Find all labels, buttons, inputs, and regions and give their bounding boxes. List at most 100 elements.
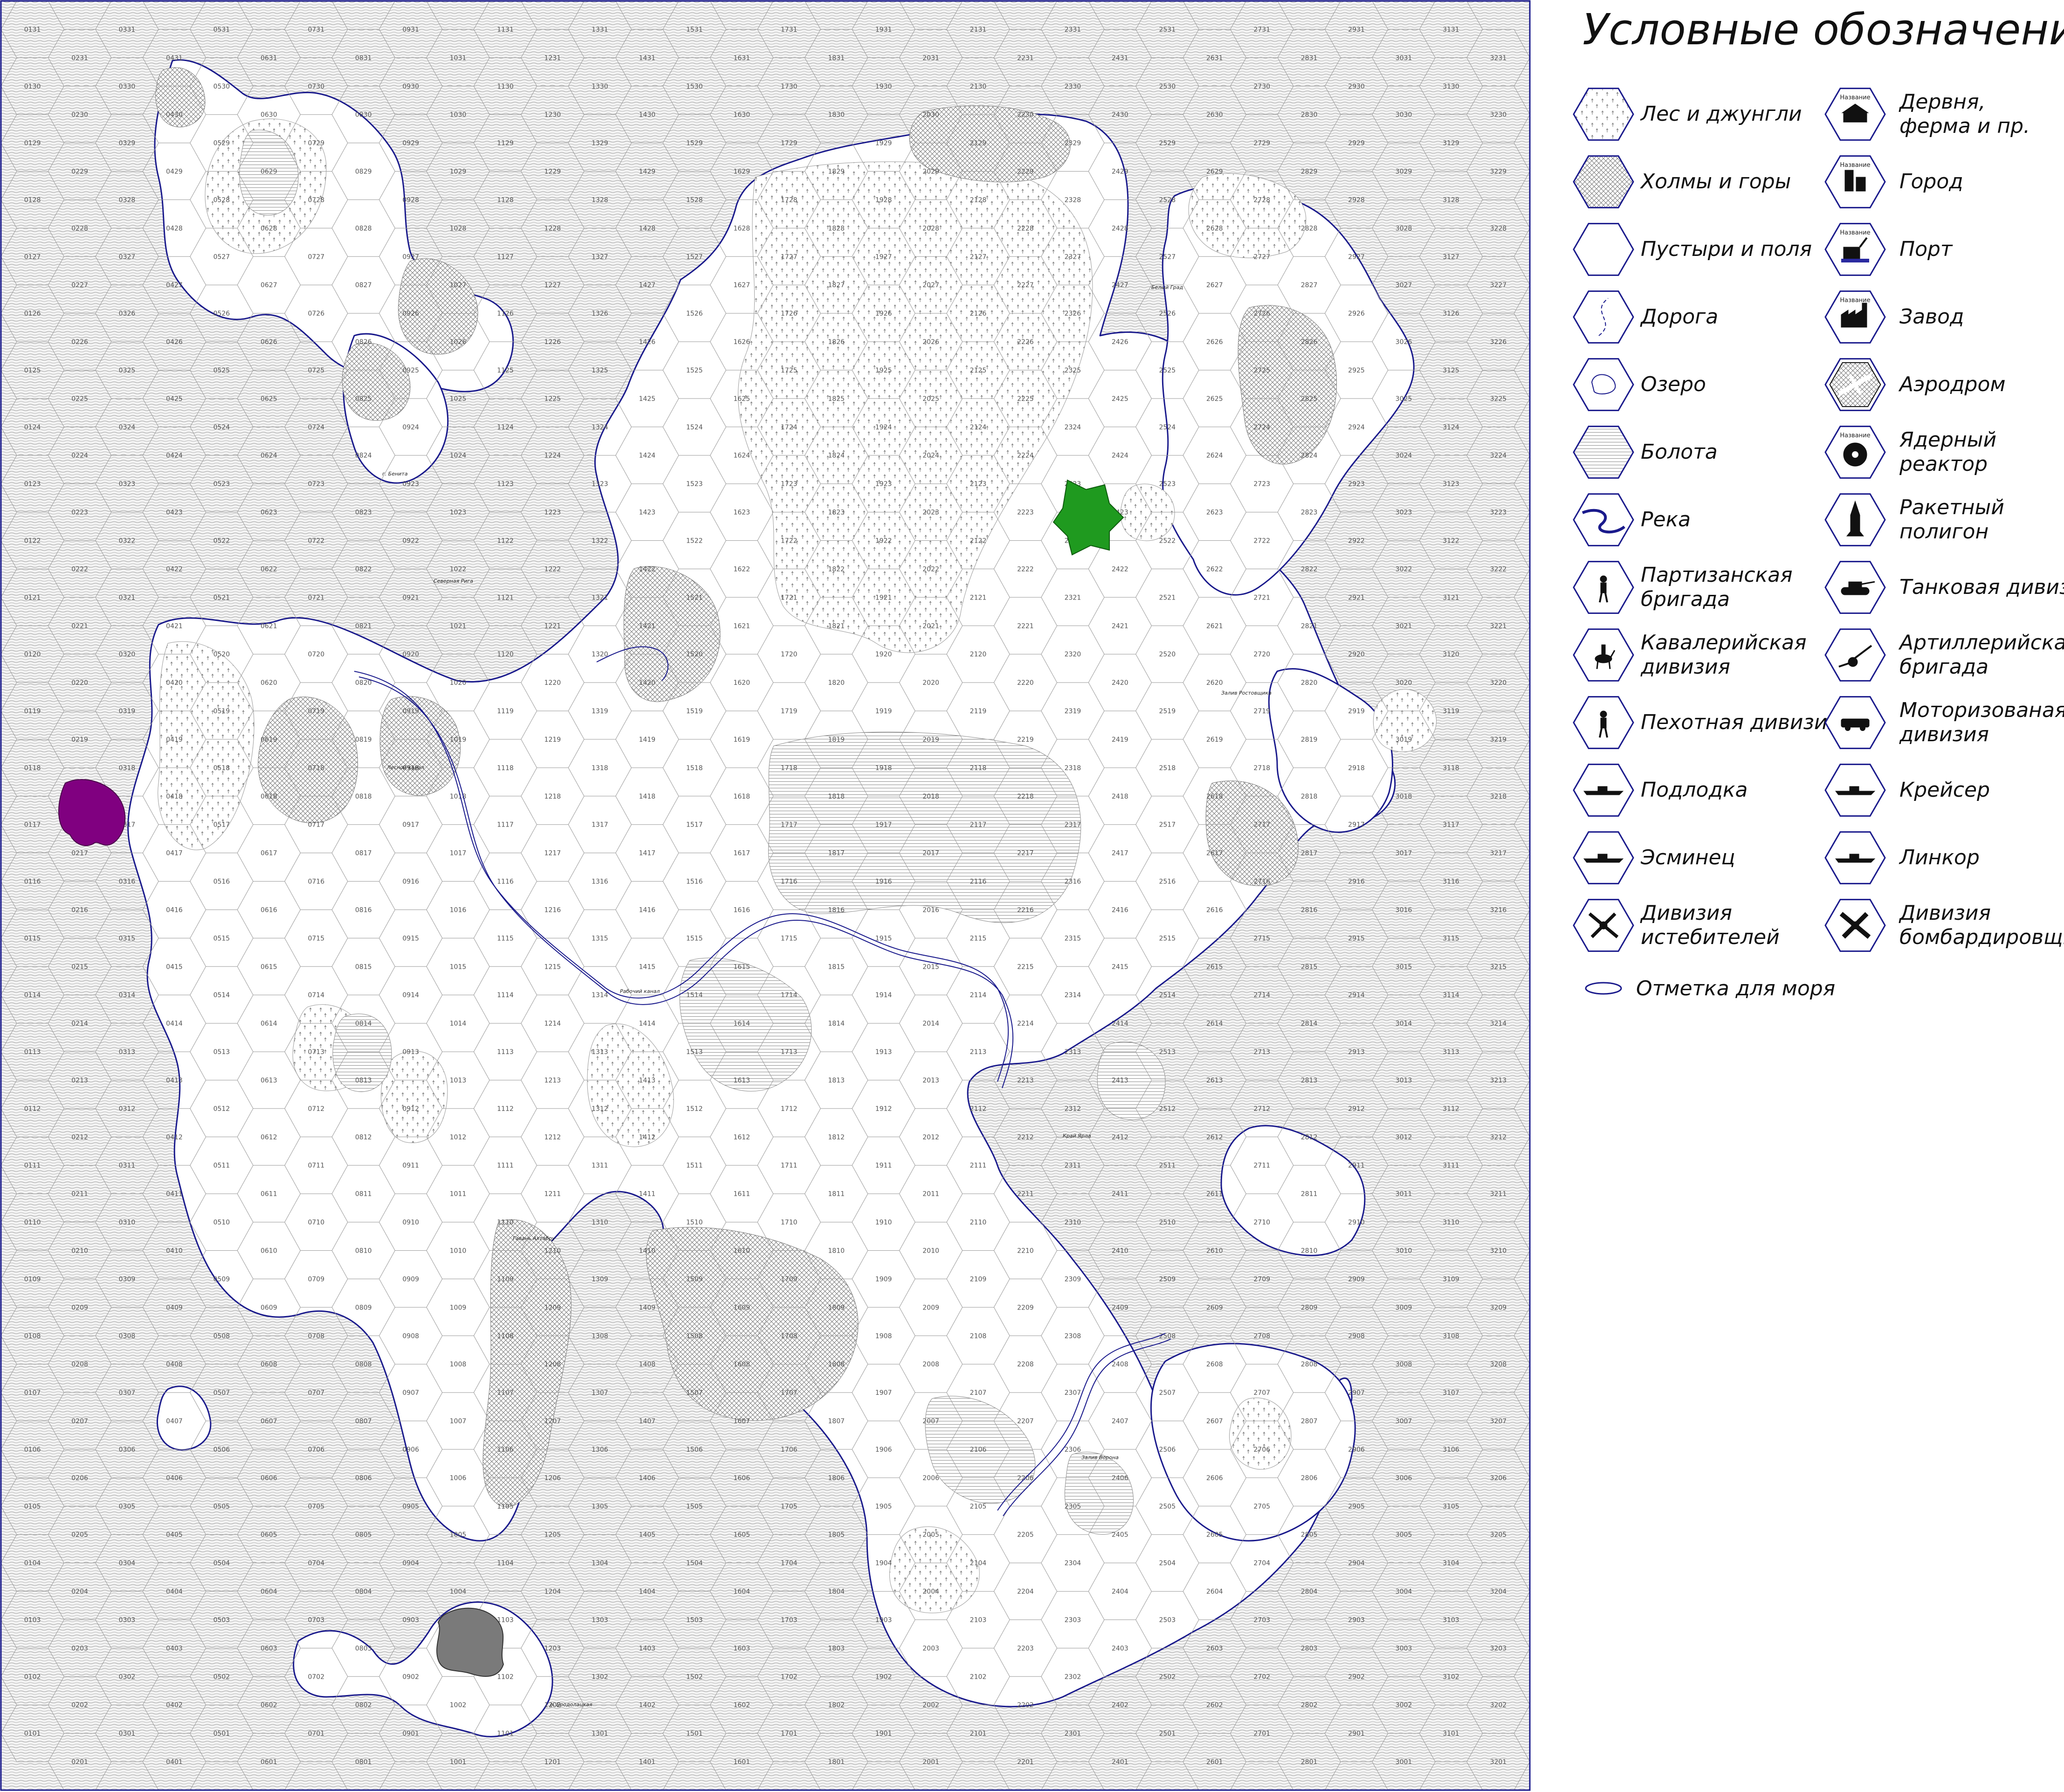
hex-number: 1919 [875,708,892,715]
hex-number: 2928 [1348,196,1365,204]
hex-number: 0623 [261,509,277,517]
hex-number: 3122 [1443,538,1459,545]
hex-number: 2103 [970,1617,987,1624]
hex-number: 3125 [1443,367,1459,374]
hex-number: 1016 [450,907,467,914]
hex-number: 2728 [1253,196,1270,204]
hex-number: 2421 [1112,622,1128,630]
hex-number: 1309 [592,1275,608,1283]
hex-number: 2207 [1017,1418,1034,1425]
hex-number: 0624 [261,452,277,460]
legend-label-cruiser: Крейсер [1899,778,1990,802]
hex-number: 0703 [308,1617,324,1624]
hex-number: 0209 [71,1304,88,1311]
hex-number: 3026 [1396,338,1412,346]
hex-number: 0520 [213,651,230,658]
hex-number: 2422 [1112,565,1128,573]
hex-number: 2311 [1065,1162,1081,1170]
hex-number: 1402 [639,1702,656,1709]
hex-number: 2622 [1206,565,1223,573]
hex-number: 0710 [308,1219,324,1227]
hex-number: 2724 [1253,424,1270,431]
hex-number: 1725 [781,367,798,374]
hex-number: 0414 [166,1020,183,1027]
legend-icon-tag: Название [1840,162,1870,169]
hex-number: 2320 [1065,651,1081,658]
hex-number: 2806 [1301,1475,1318,1482]
hex-number: 1626 [733,338,750,346]
hex-number: 0126 [24,310,41,317]
hex-number: 1624 [733,452,750,460]
hex-number: 0522 [213,538,230,545]
place-label: г. Бенита [382,471,408,477]
hex-number: 1920 [875,651,892,658]
hex-number: 2603 [1206,1645,1223,1652]
hex-number: 1802 [828,1702,845,1709]
hex-number: 2501 [1159,1730,1176,1737]
hex-number: 1728 [781,196,798,204]
hex-number: 2127 [970,253,987,261]
hex-number: 2618 [1206,793,1223,800]
hex-number: 0817 [355,850,372,857]
hex-number: 2213 [1017,1077,1034,1084]
hex-number: 2201 [1017,1758,1034,1766]
hex-number: 2825 [1301,395,1318,403]
hex-number: 2716 [1253,878,1270,886]
hex-number: 2627 [1206,282,1223,289]
hex-number: 1025 [450,395,467,403]
hex-number: 0303 [119,1617,136,1624]
hex-number: 3127 [1443,253,1459,261]
hex-number: 0114 [24,992,41,999]
hex-number: 2915 [1348,935,1365,942]
hex-number: 1323 [592,481,608,488]
hex-number: 2629 [1206,168,1223,176]
hex-number: 2225 [1017,395,1034,403]
hex-number: 0125 [24,367,41,374]
hex-number: 0210 [71,1248,88,1255]
hex-number: 2227 [1017,282,1034,289]
hex-number: 2909 [1348,1275,1365,1283]
hex-number: 0828 [355,225,372,232]
hex-number: 0421 [166,622,183,630]
hex-number: 2402 [1112,1702,1128,1709]
hex-number: 1303 [592,1617,608,1624]
hex-number: 1719 [781,708,798,715]
hex-number: 1506 [686,1446,703,1454]
hex-number: 2921 [1348,594,1365,601]
hex-number: 2428 [1112,225,1128,232]
hex-number: 2003 [922,1645,939,1652]
hex-number: 0813 [355,1077,372,1084]
hex-number: 3104 [1443,1560,1459,1567]
hex-number: 1311 [592,1162,608,1170]
hex-number: 0217 [71,850,88,857]
hex-number: 2305 [1065,1503,1081,1510]
hex-number: 2129 [970,140,987,147]
hex-number: 2230 [1017,111,1034,119]
hex-number: 1017 [450,850,467,857]
hex-number: 2819 [1301,736,1318,744]
hex-number: 1205 [544,1531,561,1539]
hex-number: 2813 [1301,1077,1318,1084]
hex-number: 2415 [1112,963,1128,971]
hex-number: 2517 [1159,821,1176,829]
hex-number: 2829 [1301,168,1318,176]
hex-number: 0112 [24,1105,41,1113]
hex-number: 0831 [355,55,372,62]
hex-number: 2828 [1301,225,1318,232]
hex-number: 1122 [497,538,514,545]
hex-number: 0313 [119,1048,136,1056]
hex-number: 0311 [119,1162,136,1170]
hex-number: 2803 [1301,1645,1318,1652]
hex-number: 0406 [166,1475,183,1482]
hex-number: 1206 [544,1475,561,1482]
hex-number: 2717 [1253,821,1270,829]
hex-number: 1315 [592,935,608,942]
hex-number: 0514 [213,992,230,999]
hex-number: 0719 [308,708,324,715]
hex-number: 1006 [450,1475,467,1482]
hex-number: 3207 [1490,1418,1507,1425]
hex-number: 2623 [1206,509,1223,517]
hex-number: 0515 [213,935,230,942]
hex-number: 3105 [1443,1503,1459,1510]
hex-number: 1901 [875,1730,892,1737]
